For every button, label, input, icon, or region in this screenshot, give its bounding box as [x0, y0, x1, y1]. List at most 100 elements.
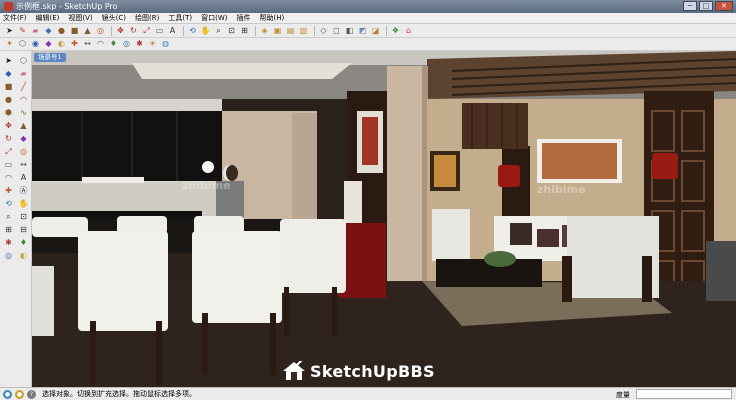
polygon-icon[interactable]: ⬢ [2, 107, 15, 119]
right-view-icon[interactable]: ▥ [298, 25, 309, 36]
protractor-icon[interactable]: ◠ [95, 39, 106, 50]
dimension-icon[interactable]: ↔ [82, 39, 93, 50]
rotate-icon[interactable]: ↻ [2, 133, 15, 145]
front-view-icon[interactable]: ▤ [285, 25, 296, 36]
menu-file[interactable]: 文件(F) [3, 13, 27, 23]
warehouse-icon[interactable]: ⌂ [403, 25, 414, 36]
look-around-icon[interactable]: ◎ [121, 39, 132, 50]
previous-view-icon[interactable]: ⊟ [17, 224, 30, 236]
house-logo-icon [283, 361, 305, 380]
menu-window[interactable]: 窗口(W) [201, 13, 227, 23]
rectangle-icon[interactable]: ■ [69, 25, 80, 36]
menu-camera[interactable]: 镜头(C) [102, 13, 126, 23]
zoom-window-icon[interactable]: ⊡ [17, 211, 30, 223]
push-pull-icon[interactable]: ▲ [17, 120, 30, 132]
arc-icon[interactable]: ◠ [17, 94, 30, 106]
push-pull-icon[interactable]: ▲ [82, 25, 93, 36]
rotate-icon[interactable]: ↻ [128, 25, 139, 36]
section-plane-icon[interactable]: ◐ [56, 39, 67, 50]
pencil-icon[interactable]: ✎ [17, 25, 28, 36]
make-component-icon[interactable]: ⬡ [17, 55, 30, 67]
select-arrow-icon[interactable]: ➤ [2, 55, 15, 67]
geo-location-icon[interactable]: ● [3, 389, 12, 399]
text-icon[interactable]: A [17, 172, 30, 184]
follow-me-icon[interactable]: ◆ [17, 133, 30, 145]
fog-icon[interactable]: ◍ [160, 39, 171, 50]
shadows-icon[interactable]: ☀ [147, 39, 158, 50]
sandbox-icon[interactable]: ✦ [4, 39, 15, 50]
zoom-extents-icon[interactable]: ⊞ [2, 224, 15, 236]
pan-icon[interactable]: ✋ [17, 198, 30, 210]
help-icon[interactable]: ? [27, 389, 36, 399]
tape-measure-icon[interactable]: ▭ [154, 25, 165, 36]
left-tool-palette: ➤ ⬡ ◆ ▰ ■ ╱ ● ◠ ⬢ ∿ ✥ ▲ ↻ ◆ ⤢ ◎ ▭ ↔ ◠ A … [0, 51, 32, 387]
move-icon[interactable]: ✥ [2, 120, 15, 132]
look-around-icon[interactable]: ◎ [2, 250, 15, 262]
protractor-icon[interactable]: ◠ [2, 172, 15, 184]
circle-icon[interactable]: ● [2, 94, 15, 106]
orbit-icon[interactable]: ⟲ [187, 25, 198, 36]
close-button[interactable]: ✕ [715, 1, 733, 11]
watermark-text: zhibime [537, 183, 586, 196]
walk-icon[interactable]: ♦ [108, 39, 119, 50]
text-icon[interactable]: A [167, 25, 178, 36]
xray-icon[interactable]: ◇ [318, 25, 329, 36]
title-bar: 示例框.skp - SketchUp Pro ─ □ ✕ [0, 0, 736, 13]
shaded-icon[interactable]: ◩ [357, 25, 368, 36]
zoom-icon[interactable]: ⌕ [213, 25, 224, 36]
iso-view-icon[interactable]: ◈ [259, 25, 270, 36]
move-icon[interactable]: ✥ [115, 25, 126, 36]
select-arrow-icon[interactable]: ➤ [4, 25, 15, 36]
toolbar-divider [314, 25, 315, 36]
menu-edit[interactable]: 编辑(E) [36, 13, 60, 23]
freehand-icon[interactable]: ∿ [17, 107, 30, 119]
menu-draw[interactable]: 绘图(R) [135, 13, 159, 23]
zoom-icon[interactable]: ⌕ [2, 211, 15, 223]
position-camera-icon[interactable]: ✱ [134, 39, 145, 50]
offset-icon[interactable]: ◎ [95, 25, 106, 36]
shaded-textures-icon[interactable]: ◪ [370, 25, 381, 36]
line-icon[interactable]: ╱ [17, 81, 30, 93]
zoom-extents-icon[interactable]: ⊞ [239, 25, 250, 36]
components-icon[interactable]: ❖ [390, 25, 401, 36]
eraser-icon[interactable]: ▰ [30, 25, 41, 36]
materials-icon[interactable]: ◉ [30, 39, 41, 50]
orbit-icon[interactable]: ⟲ [2, 198, 15, 210]
paint-bucket-icon[interactable]: ◆ [43, 25, 54, 36]
3d-text-icon[interactable]: Ⓐ [17, 185, 30, 197]
scene-tab[interactable]: 场景号1 [34, 53, 66, 62]
walk-icon[interactable]: ♦ [17, 237, 30, 249]
menu-tools[interactable]: 工具(T) [168, 13, 192, 23]
circle-icon[interactable]: ● [56, 25, 67, 36]
scale-icon[interactable]: ⤢ [2, 146, 15, 158]
position-camera-icon[interactable]: ✱ [2, 237, 15, 249]
wireframe-icon[interactable]: ◻ [331, 25, 342, 36]
menu-plugins[interactable]: 插件 [236, 13, 250, 23]
axes-icon[interactable]: ✚ [69, 39, 80, 50]
axes-icon[interactable]: ✚ [2, 185, 15, 197]
credits-icon[interactable]: ● [15, 389, 24, 399]
paint-bucket-icon[interactable]: ◆ [2, 68, 15, 80]
measurements-input[interactable] [636, 389, 732, 399]
offset-icon[interactable]: ◎ [17, 146, 30, 158]
eraser-icon[interactable]: ▰ [17, 68, 30, 80]
zoom-window-icon[interactable]: ⊡ [226, 25, 237, 36]
maximize-button[interactable]: □ [699, 1, 713, 11]
rectangle-icon[interactable]: ■ [2, 81, 15, 93]
section-plane-icon[interactable]: ◐ [17, 250, 30, 262]
top-view-icon[interactable]: ▣ [272, 25, 283, 36]
menu-view[interactable]: 视图(V) [68, 13, 92, 23]
minimize-button[interactable]: ─ [683, 1, 697, 11]
dimension-icon[interactable]: ↔ [17, 159, 30, 171]
hidden-line-icon[interactable]: ◧ [344, 25, 355, 36]
menu-help[interactable]: 帮助(H) [259, 13, 284, 23]
toolbar-divider [386, 25, 387, 36]
rendered-interior-scene [32, 51, 736, 387]
follow-me-icon[interactable]: ◆ [43, 39, 54, 50]
3d-viewport[interactable]: 场景号1 zhibime zhibime SketchUpBBS [32, 51, 736, 387]
scale-icon[interactable]: ⤢ [141, 25, 152, 36]
tape-measure-icon[interactable]: ▭ [2, 159, 15, 171]
make-component-icon[interactable]: ⬡ [17, 39, 28, 50]
pan-icon[interactable]: ✋ [200, 25, 211, 36]
main-toolbar: ➤ ✎ ▰ ◆ ● ■ ▲ ◎ ✥ ↻ ⤢ ▭ A ⟲ ✋ ⌕ ⊡ ⊞ ◈ ▣ … [0, 24, 736, 38]
